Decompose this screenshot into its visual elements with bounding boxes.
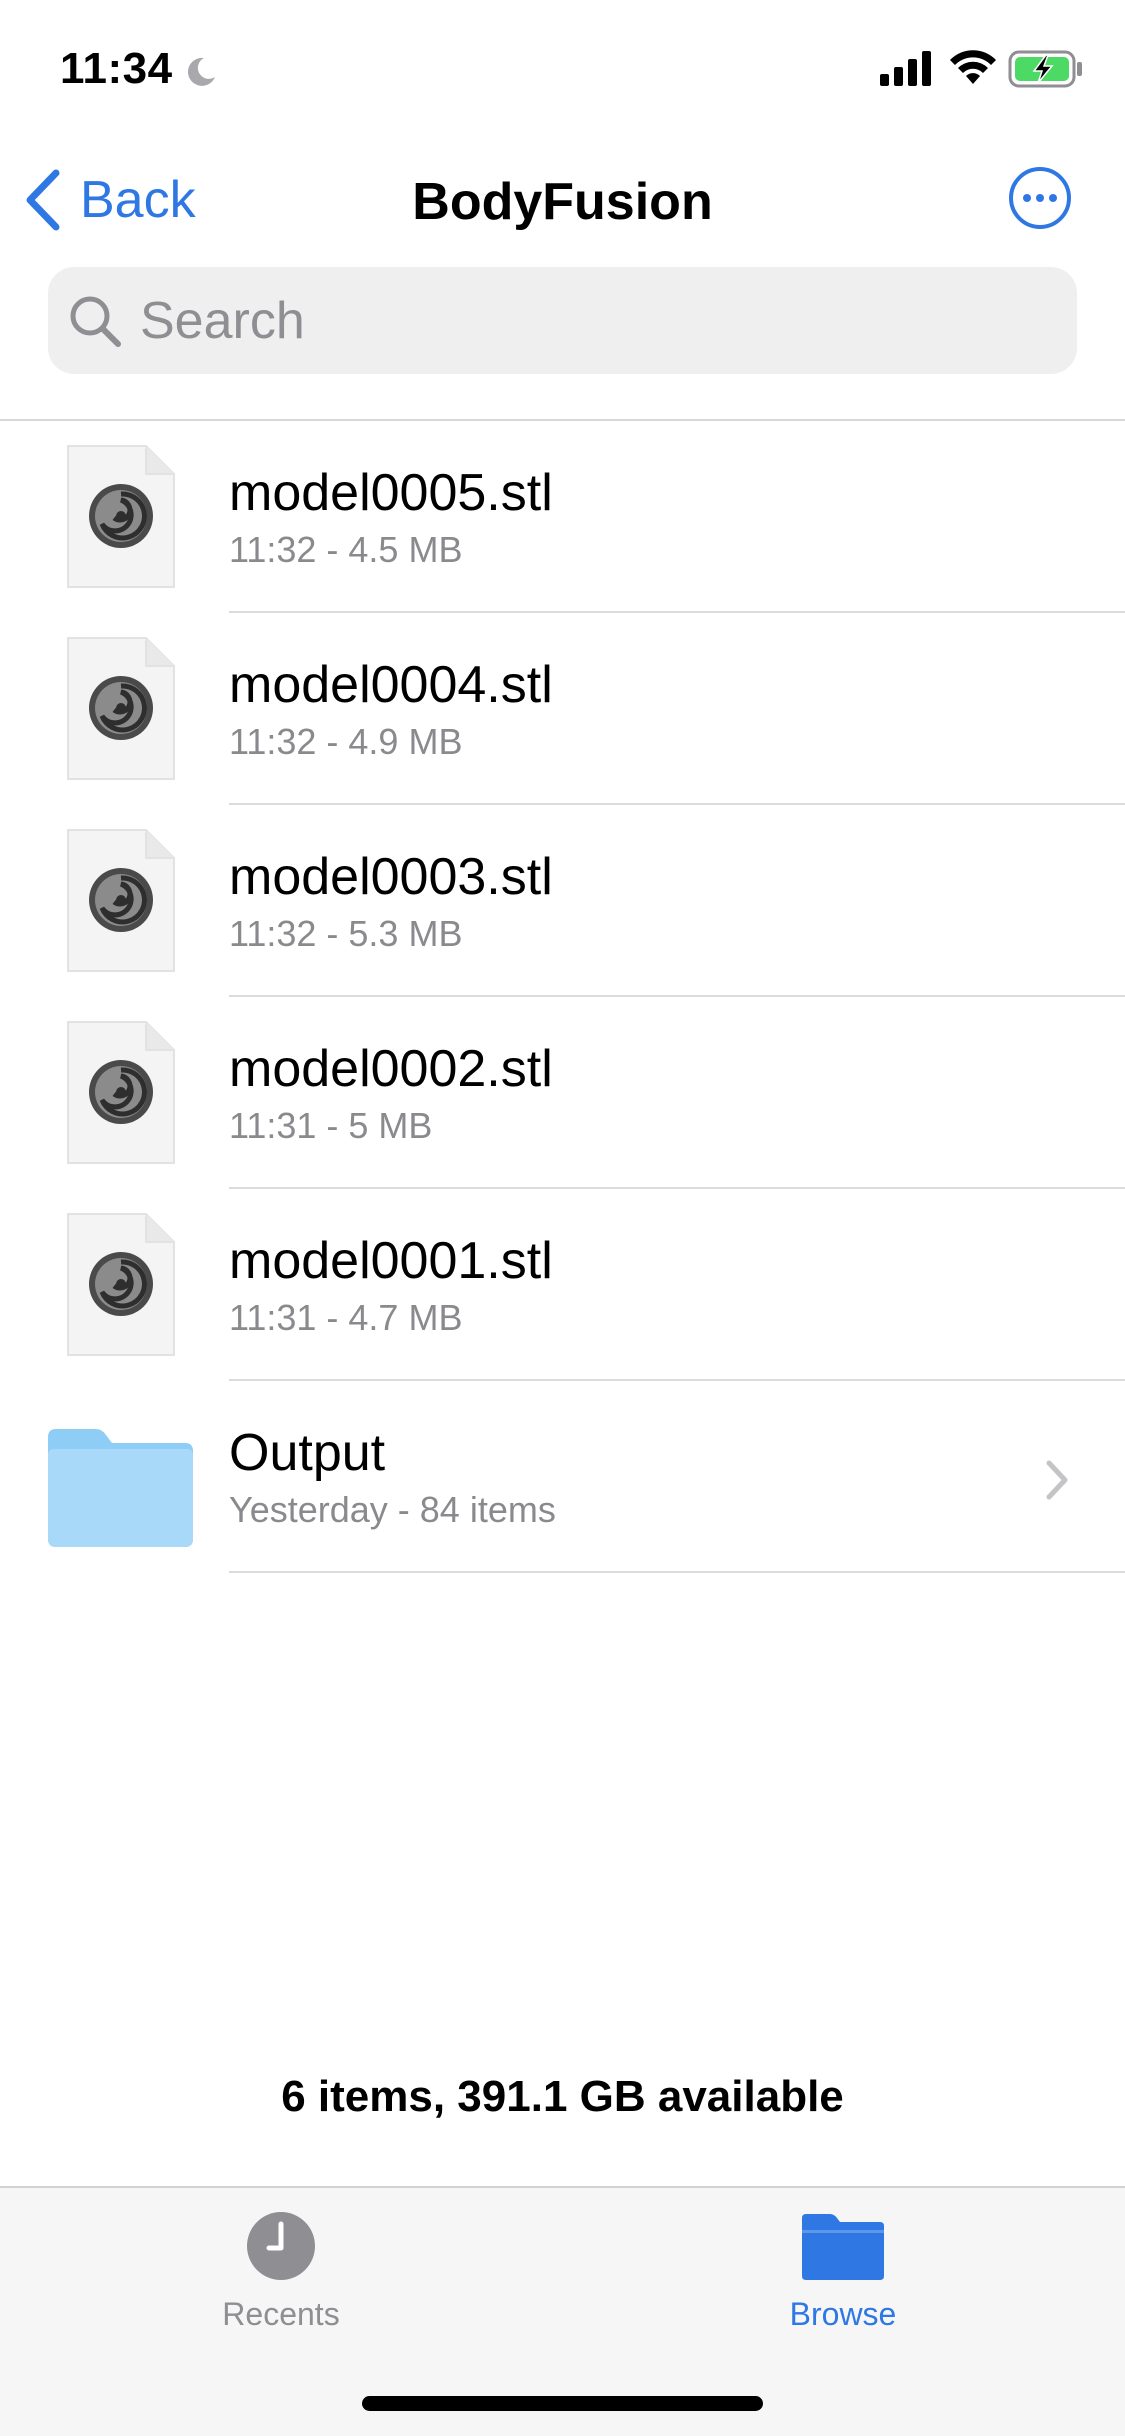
file-meta: 11:32 - 5.3 MB: [229, 913, 463, 954]
tab-recents[interactable]: Recents: [131, 2210, 431, 2350]
wifi-icon: [950, 50, 996, 84]
search-input[interactable]: [140, 290, 1040, 351]
stl-file-icon: [67, 1213, 175, 1356]
file-row[interactable]: model0004.stl 11:32 - 4.9 MB: [0, 613, 1125, 805]
tab-label: Recents: [222, 2296, 340, 2332]
stl-file-icon: [67, 829, 175, 972]
folder-icon: [802, 2214, 884, 2280]
file-row[interactable]: model0001.stl 11:31 - 4.7 MB: [0, 1189, 1125, 1381]
tab-label: Browse: [789, 2296, 897, 2332]
folder-row-output[interactable]: Output Yesterday - 84 items: [0, 1381, 1125, 1573]
row-divider: [229, 1571, 1125, 1573]
file-name: model0004.stl: [229, 656, 553, 714]
tab-browse[interactable]: Browse: [693, 2210, 993, 2350]
stl-file-icon: [67, 637, 175, 780]
file-row[interactable]: model0002.stl 11:31 - 5 MB: [0, 997, 1125, 1189]
file-meta: 11:31 - 4.7 MB: [229, 1297, 463, 1338]
more-options-button[interactable]: [1008, 166, 1072, 230]
search-field[interactable]: [48, 267, 1077, 374]
stl-file-icon: [67, 1021, 175, 1164]
file-row[interactable]: model0005.stl 11:32 - 4.5 MB: [0, 421, 1125, 613]
navigation-bar: Back BodyFusion: [0, 150, 1125, 250]
folder-name: Output: [229, 1424, 386, 1482]
status-bar: 11:34: [0, 0, 1125, 135]
clock-icon: [247, 2212, 315, 2280]
file-name: model0001.stl: [229, 1232, 553, 1290]
file-meta: 11:32 - 4.9 MB: [229, 721, 463, 762]
page-title: BodyFusion: [412, 173, 713, 231]
file-meta: 11:31 - 5 MB: [229, 1105, 433, 1146]
file-row[interactable]: model0003.stl 11:32 - 5.3 MB: [0, 805, 1125, 997]
search-icon: [70, 296, 121, 347]
battery-charging-icon: [1008, 50, 1082, 88]
cellular-signal-icon: [880, 51, 931, 86]
folder-meta: Yesterday - 84 items: [229, 1489, 556, 1530]
file-name: model0003.stl: [229, 848, 553, 906]
stl-file-icon: [67, 445, 175, 588]
files-browser-screen: 11:34 Back BodyFusion Search model0005.s…: [0, 0, 1125, 2436]
folder-icon: [48, 1429, 193, 1547]
storage-summary: 6 items, 391.1 GB available: [281, 2072, 844, 2121]
file-list: model0005.stl 11:32 - 4.5 MB model0004.s…: [0, 421, 1125, 1573]
moon-icon: [187, 57, 215, 86]
chevron-right-icon: [1046, 1460, 1068, 1500]
status-time: 11:34: [60, 44, 173, 93]
file-name: model0002.stl: [229, 1040, 553, 1098]
file-name: model0005.stl: [229, 464, 553, 522]
file-meta: 11:32 - 4.5 MB: [229, 529, 463, 570]
home-indicator[interactable]: [362, 2396, 763, 2411]
